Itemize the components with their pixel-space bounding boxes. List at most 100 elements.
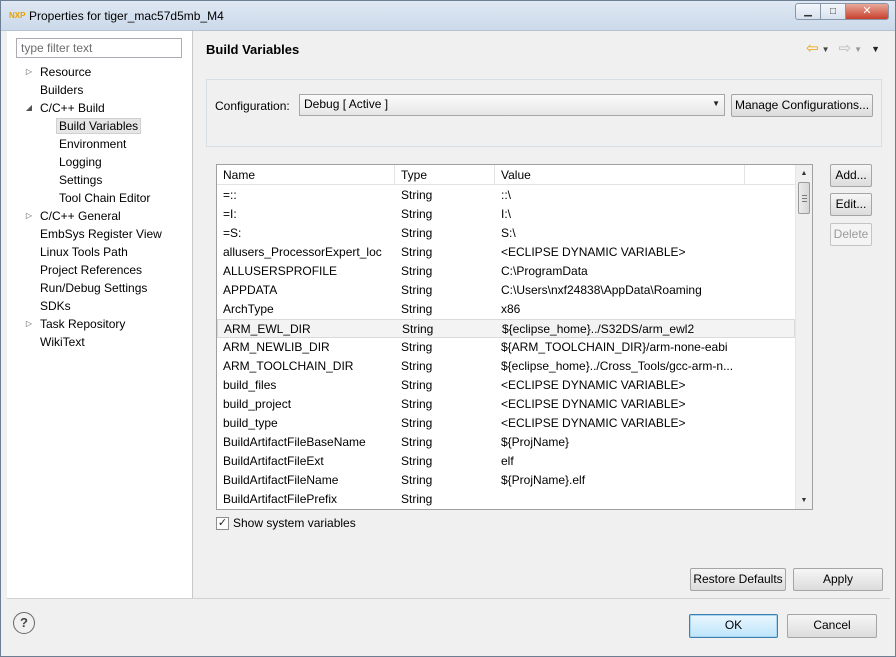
page-navigation: ⇦ ▼ ⇨ ▼ ▼ [806,41,880,57]
expand-icon[interactable]: ▷ [24,207,34,225]
table-row[interactable]: =:: String::\ [217,186,795,205]
configuration-group: Configuration: Debug [ Active ] ▼ Manage… [206,79,882,147]
tree-item-label: C/C++ General [40,209,121,223]
table-row-hovered[interactable]: ARM_EWL_DIR String ${eclipse_home}../S32DS… [217,319,795,338]
help-icon[interactable]: ? [13,612,35,634]
tree-item-label: Run/Debug Settings [40,281,148,295]
vertical-scrollbar[interactable]: ▲ ▼ [795,165,812,509]
column-header-value[interactable]: Value [495,165,745,185]
expand-icon[interactable]: ▷ [24,63,34,81]
table-row[interactable]: ArchType String x86 [217,300,795,319]
scroll-up-icon[interactable]: ▲ [796,165,812,182]
restore-defaults-button[interactable]: Restore Defaults [690,568,786,591]
configuration-label: Configuration: [215,99,290,113]
tree-item-task-repository[interactable]: ▷ Task Repository [24,315,125,333]
configuration-selected-value: Debug [ Active ] [304,97,389,111]
cell-name: ARM_TOOLCHAIN_DIR [223,359,354,373]
title-bar[interactable]: NXP Properties for tiger_mac57d5mb_M4 ▁ … [1,1,895,31]
table-row[interactable]: allusers_ProcessorExpert_loc String <ECLIP… [217,243,795,262]
forward-arrow-icon[interactable]: ⇨ [839,41,852,57]
tree-item-embsys-register-view[interactable]: EmbSys Register View [24,225,162,243]
property-navigation: ▷ Resource Builders ◢ C/C++ Build Build Va… [7,31,193,598]
tree-item-label: Build Variables [56,118,142,134]
show-system-variables-checkbox[interactable]: ✓ [216,516,229,530]
tree-item-logging[interactable]: Logging [59,153,102,171]
tree-item-label: Tool Chain Editor [59,191,151,205]
forward-history-chevron-icon[interactable]: ▼ [854,45,862,54]
filter-input[interactable] [16,38,182,58]
cell-name: =I: [223,207,237,221]
scrollbar-thumb[interactable] [798,182,810,214]
table-row[interactable]: =S: String S:\ [217,224,795,243]
tree-item-cpp-general[interactable]: ▷ C/C++ General [24,207,121,225]
tree-item-label: Task Repository [40,317,126,331]
back-arrow-icon[interactable]: ⇦ [806,41,819,57]
cell-type: String [401,492,433,506]
scroll-down-icon[interactable]: ▼ [796,492,812,509]
column-header-name[interactable]: Name [217,165,395,185]
tree-item-builders[interactable]: Builders [24,81,83,99]
cell-value: <ECLIPSE DYNAMIC VARIABLE> [501,245,686,259]
table-row[interactable]: =I: String I:\ [217,205,795,224]
manage-configurations-button[interactable]: Manage Configurations... [731,94,873,117]
table-row[interactable]: BuildArtifactFilePrefix String [217,490,795,509]
expand-icon[interactable]: ▷ [24,315,34,333]
delete-button[interactable]: Delete [830,223,872,246]
tree-item-wikitext[interactable]: WikiText [24,333,85,351]
table-row[interactable]: BuildArtifactFileExt String elf [217,452,795,471]
cell-name: ArchType [223,302,274,316]
ok-button[interactable]: OK [689,614,778,638]
tree-item-sdks[interactable]: SDKs [24,297,71,315]
cell-name: build_type [223,416,278,430]
table-row[interactable]: APPDATA String C:\Users\nxf24838\AppData\R… [217,281,795,300]
table-row[interactable]: ALLUSERSPROFILE String C:\ProgramData [217,262,795,281]
cell-name: BuildArtifactFileName [223,473,339,487]
minimize-button[interactable]: ▁ [795,3,821,20]
show-system-variables-label[interactable]: Show system variables [233,516,356,530]
edit-button[interactable]: Edit... [830,193,872,216]
tree-item-label: Settings [59,173,103,187]
back-history-chevron-icon[interactable]: ▼ [822,45,830,54]
tree-item-settings[interactable]: Settings [59,171,102,189]
table-row[interactable]: build_type String <ECLIPSE DYNAMIC VARIABL… [217,414,795,433]
cell-value: ${eclipse_home}../S32DS/arm_ewl2 [502,322,695,336]
table-row[interactable]: build_files String <ECLIPSE DYNAMIC VARIAB… [217,376,795,395]
tree-item-tool-chain-editor[interactable]: Tool Chain Editor [59,189,150,207]
grip-line [802,198,807,199]
show-system-variables-option[interactable]: ✓ Show system variables [216,516,356,530]
cell-value: ${ARM_TOOLCHAIN_DIR}/arm-none-eabi [501,340,728,354]
tree-item-label: EmbSys Register View [40,227,162,241]
cell-type: String [401,340,433,354]
configuration-select[interactable]: Debug [ Active ] ▼ [299,94,725,116]
cell-name: =S: [223,226,242,240]
cell-name: build_files [223,378,277,392]
tree-item-project-references[interactable]: Project References [24,261,142,279]
table-row[interactable]: ARM_NEWLIB_DIR String ${ARM_TOOLCHAIN_DIR}… [217,338,795,357]
cancel-button[interactable]: Cancel [787,614,877,638]
close-button[interactable]: ✕ [845,3,889,20]
dialog-body: ▷ Resource Builders ◢ C/C++ Build Build Va… [7,31,890,652]
cell-value: S:\ [501,226,516,240]
cell-type: String [402,322,434,336]
tree-item-build-variables[interactable]: Build Variables [56,117,142,135]
apply-button[interactable]: Apply [793,568,883,591]
tree-item-environment[interactable]: Environment [59,135,126,153]
tree-item-run-debug-settings[interactable]: Run/Debug Settings [24,279,147,297]
tree-item-linux-tools-path[interactable]: Linux Tools Path [24,243,128,261]
table-row[interactable]: BuildArtifactFileBaseName String ${ProjNam… [217,433,795,452]
add-button[interactable]: Add... [830,164,872,187]
cell-value: <ECLIPSE DYNAMIC VARIABLE> [501,397,686,411]
table-row[interactable]: build_project String <ECLIPSE DYNAMIC VARI… [217,395,795,414]
tree-item-resource[interactable]: ▷ Resource [24,63,91,81]
cell-type: String [401,435,433,449]
maximize-button[interactable]: □ [820,3,846,20]
grip-line [802,195,807,196]
view-menu-icon[interactable]: ▼ [871,44,880,54]
tree-item-cpp-build[interactable]: ◢ C/C++ Build [24,99,105,117]
column-header-type[interactable]: Type [395,165,495,185]
table-row[interactable]: BuildArtifactFileName String ${ProjName}.e… [217,471,795,490]
tree-item-label: Logging [59,155,102,169]
table-row[interactable]: ARM_TOOLCHAIN_DIR String ${eclipse_home}..… [217,357,795,376]
collapse-icon[interactable]: ◢ [24,99,34,117]
cell-type: String [401,397,433,411]
